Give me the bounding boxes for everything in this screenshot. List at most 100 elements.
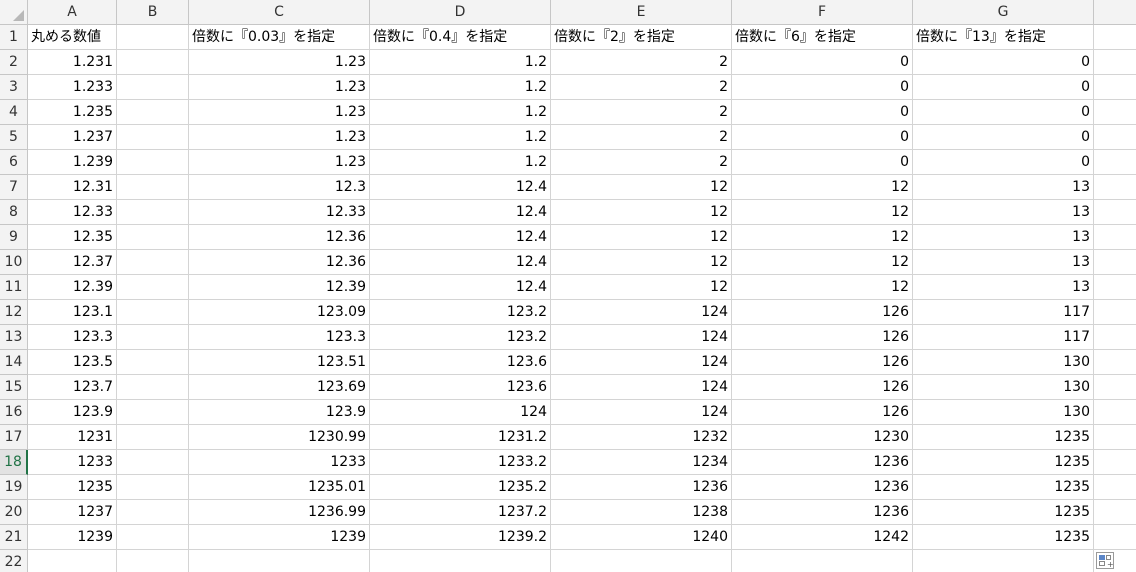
cell-extra-1[interactable] <box>1094 25 1136 50</box>
cell-d22[interactable] <box>370 550 551 572</box>
select-all-corner[interactable] <box>0 0 28 25</box>
cell-c1[interactable]: 倍数に『0.03』を指定 <box>189 25 370 50</box>
row-header-7[interactable]: 7 <box>0 175 28 200</box>
cell-extra-18[interactable] <box>1094 450 1136 475</box>
cell-g22[interactable] <box>913 550 1094 572</box>
cell-extra-6[interactable] <box>1094 150 1136 175</box>
cell-f5[interactable]: 0 <box>732 125 913 150</box>
cell-f7[interactable]: 12 <box>732 175 913 200</box>
cell-f17[interactable]: 1230 <box>732 425 913 450</box>
cell-f4[interactable]: 0 <box>732 100 913 125</box>
cell-b7[interactable] <box>117 175 189 200</box>
cell-extra-13[interactable] <box>1094 325 1136 350</box>
cell-c11[interactable]: 12.39 <box>189 275 370 300</box>
cell-b8[interactable] <box>117 200 189 225</box>
cell-a17[interactable]: 1231 <box>28 425 117 450</box>
row-header-15[interactable]: 15 <box>0 375 28 400</box>
cell-extra-8[interactable] <box>1094 200 1136 225</box>
cell-e6[interactable]: 2 <box>551 150 732 175</box>
cell-f19[interactable]: 1236 <box>732 475 913 500</box>
row-header-14[interactable]: 14 <box>0 350 28 375</box>
cell-g5[interactable]: 0 <box>913 125 1094 150</box>
cell-f3[interactable]: 0 <box>732 75 913 100</box>
cell-extra-11[interactable] <box>1094 275 1136 300</box>
cell-f14[interactable]: 126 <box>732 350 913 375</box>
cell-d6[interactable]: 1.2 <box>370 150 551 175</box>
cell-e15[interactable]: 124 <box>551 375 732 400</box>
cell-a18[interactable]: 1233 <box>28 450 117 475</box>
cell-e4[interactable]: 2 <box>551 100 732 125</box>
cell-f6[interactable]: 0 <box>732 150 913 175</box>
cell-b22[interactable] <box>117 550 189 572</box>
cell-c16[interactable]: 123.9 <box>189 400 370 425</box>
row-header-20[interactable]: 20 <box>0 500 28 525</box>
cell-extra-12[interactable] <box>1094 300 1136 325</box>
cell-b11[interactable] <box>117 275 189 300</box>
cell-a8[interactable]: 12.33 <box>28 200 117 225</box>
cell-d18[interactable]: 1233.2 <box>370 450 551 475</box>
cell-c12[interactable]: 123.09 <box>189 300 370 325</box>
cell-g3[interactable]: 0 <box>913 75 1094 100</box>
cell-a4[interactable]: 1.235 <box>28 100 117 125</box>
cell-a1[interactable]: 丸める数値 <box>28 25 117 50</box>
cell-g6[interactable]: 0 <box>913 150 1094 175</box>
row-header-2[interactable]: 2 <box>0 50 28 75</box>
cell-a22[interactable] <box>28 550 117 572</box>
cell-extra-9[interactable] <box>1094 225 1136 250</box>
row-header-3[interactable]: 3 <box>0 75 28 100</box>
cell-e11[interactable]: 12 <box>551 275 732 300</box>
cell-d12[interactable]: 123.2 <box>370 300 551 325</box>
cell-g2[interactable]: 0 <box>913 50 1094 75</box>
column-header-e[interactable]: E <box>551 0 732 25</box>
column-header-g[interactable]: G <box>913 0 1094 25</box>
cell-c21[interactable]: 1239 <box>189 525 370 550</box>
row-header-21[interactable]: 21 <box>0 525 28 550</box>
cell-d11[interactable]: 12.4 <box>370 275 551 300</box>
cell-c19[interactable]: 1235.01 <box>189 475 370 500</box>
cell-c4[interactable]: 1.23 <box>189 100 370 125</box>
cell-g9[interactable]: 13 <box>913 225 1094 250</box>
cell-g18[interactable]: 1235 <box>913 450 1094 475</box>
cell-extra-15[interactable] <box>1094 375 1136 400</box>
cell-g21[interactable]: 1235 <box>913 525 1094 550</box>
cell-b18[interactable] <box>117 450 189 475</box>
column-header-f[interactable]: F <box>732 0 913 25</box>
cell-e20[interactable]: 1238 <box>551 500 732 525</box>
cell-d9[interactable]: 12.4 <box>370 225 551 250</box>
cell-a14[interactable]: 123.5 <box>28 350 117 375</box>
cell-g8[interactable]: 13 <box>913 200 1094 225</box>
row-header-17[interactable]: 17 <box>0 425 28 450</box>
cell-e5[interactable]: 2 <box>551 125 732 150</box>
column-header-extra[interactable] <box>1094 0 1136 25</box>
cell-c7[interactable]: 12.3 <box>189 175 370 200</box>
column-header-a[interactable]: A <box>28 0 117 25</box>
cell-d21[interactable]: 1239.2 <box>370 525 551 550</box>
cell-f21[interactable]: 1242 <box>732 525 913 550</box>
cell-c17[interactable]: 1230.99 <box>189 425 370 450</box>
cell-f20[interactable]: 1236 <box>732 500 913 525</box>
cell-d4[interactable]: 1.2 <box>370 100 551 125</box>
row-header-22[interactable]: 22 <box>0 550 28 572</box>
cell-b20[interactable] <box>117 500 189 525</box>
cell-b13[interactable] <box>117 325 189 350</box>
cell-b9[interactable] <box>117 225 189 250</box>
cell-g12[interactable]: 117 <box>913 300 1094 325</box>
cell-b1[interactable] <box>117 25 189 50</box>
cell-c5[interactable]: 1.23 <box>189 125 370 150</box>
cell-extra-17[interactable] <box>1094 425 1136 450</box>
row-header-19[interactable]: 19 <box>0 475 28 500</box>
cell-extra-16[interactable] <box>1094 400 1136 425</box>
cell-f11[interactable]: 12 <box>732 275 913 300</box>
cell-d5[interactable]: 1.2 <box>370 125 551 150</box>
cell-e3[interactable]: 2 <box>551 75 732 100</box>
cell-d8[interactable]: 12.4 <box>370 200 551 225</box>
cell-b15[interactable] <box>117 375 189 400</box>
cell-b19[interactable] <box>117 475 189 500</box>
cell-g11[interactable]: 13 <box>913 275 1094 300</box>
cell-d10[interactable]: 12.4 <box>370 250 551 275</box>
cell-a16[interactable]: 123.9 <box>28 400 117 425</box>
cell-d20[interactable]: 1237.2 <box>370 500 551 525</box>
cell-a15[interactable]: 123.7 <box>28 375 117 400</box>
cell-b14[interactable] <box>117 350 189 375</box>
cell-g15[interactable]: 130 <box>913 375 1094 400</box>
